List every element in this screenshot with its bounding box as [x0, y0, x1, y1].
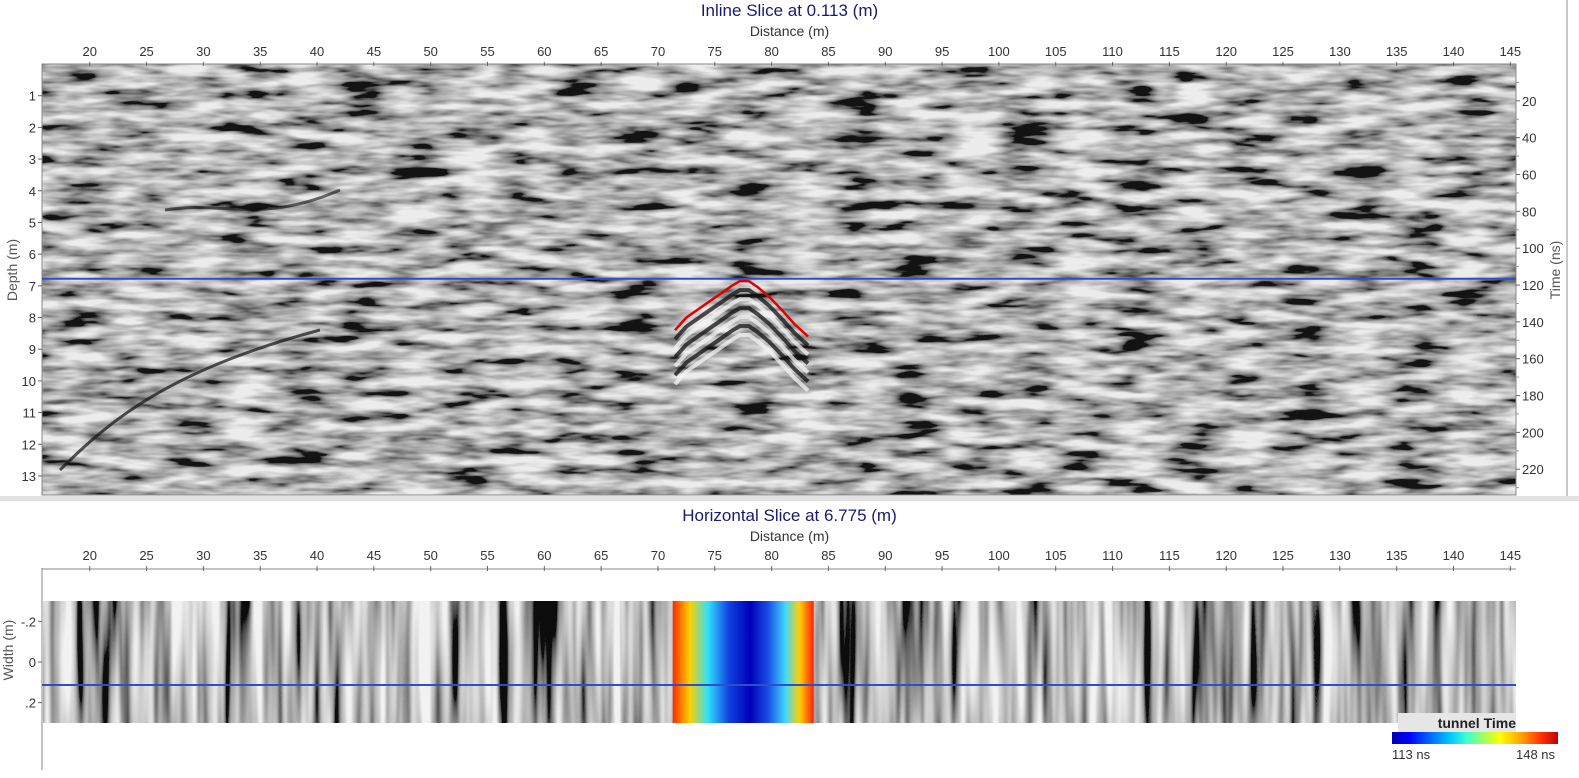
inline-x-tick-label: 50 — [423, 44, 437, 59]
horizontal-x-tick-label: 125 — [1272, 548, 1294, 563]
inline-x-tick-label: 20 — [82, 44, 96, 59]
inline-x-tick-label: 120 — [1215, 44, 1237, 59]
horizontal-x-tick-label: 130 — [1329, 548, 1351, 563]
time-tick-label: 180 — [1522, 389, 1544, 404]
width-tick-label: .2 — [25, 696, 36, 711]
time-tick-label: 220 — [1522, 462, 1544, 477]
time-tick-label: 140 — [1522, 315, 1544, 330]
depth-tick-label: 7 — [29, 279, 36, 294]
horizontal-x-tick-label: 100 — [988, 548, 1010, 563]
depth-tick-label: 13 — [22, 469, 36, 484]
depth-tick-label: 1 — [29, 89, 36, 104]
horizontal-x-tick-label: 55 — [480, 548, 494, 563]
time-tick-label: 160 — [1522, 352, 1544, 367]
horizontal-x-tick-label: 80 — [764, 548, 778, 563]
depth-tick-label: 3 — [29, 152, 36, 167]
legend-max-label: 148 ns — [1516, 747, 1556, 762]
depth-tick-label: 11 — [23, 406, 37, 421]
horizontal-x-tick-label: 115 — [1159, 548, 1180, 563]
horizontal-x-tick-label: 40 — [310, 548, 324, 563]
inline-x-tick-label: 85 — [821, 44, 835, 59]
horizontal-x-tick-label: 30 — [196, 548, 210, 563]
horizontal-x-tick-label: 90 — [878, 548, 892, 563]
depth-tick-label: 2 — [29, 120, 36, 135]
depth-tick-label: 4 — [29, 184, 36, 199]
depth-tick-label: 6 — [29, 247, 36, 262]
inline-x-tick-label: 70 — [651, 44, 665, 59]
time-tick-label: 40 — [1522, 131, 1536, 146]
legend-min-label: 113 ns — [1392, 747, 1431, 762]
inline-x-tick-label: 125 — [1272, 44, 1294, 59]
inline-x-tick-label: 35 — [253, 44, 267, 59]
depth-tick-label: 10 — [22, 374, 36, 389]
horizontal-x-tick-label: 20 — [82, 548, 96, 563]
width-tick-label: 0 — [29, 655, 36, 670]
horizontal-x-tick-label: 75 — [708, 548, 722, 563]
inline-x-tick-label: 105 — [1045, 44, 1067, 59]
legend-title: tunnel Time — [1398, 713, 1516, 733]
inline-x-tick-label: 55 — [480, 44, 494, 59]
inline-x-tick-label: 115 — [1159, 44, 1180, 59]
inline-x-tick-label: 100 — [988, 44, 1010, 59]
horizontal-x-tick-label: 25 — [139, 548, 153, 563]
gpr-chart[interactable]: 20 25 30 35 40 45 50 55 60 65 70 75 80 85 90 95 100 105 11… — [0, 0, 1579, 778]
inline-x-tick-label: 145 — [1499, 44, 1521, 59]
time-tick-label: 200 — [1522, 425, 1544, 440]
horizontal-x-tick-label: 85 — [821, 548, 835, 563]
horizontal-x-tick-label: 140 — [1443, 548, 1465, 563]
legend-colorbar — [1392, 732, 1558, 744]
horizontal-x-tick-label: 120 — [1215, 548, 1237, 563]
horizontal-x-tick-label: 105 — [1045, 548, 1067, 563]
horizontal-x-tick-label: 145 — [1499, 548, 1521, 563]
inline-x-tick-label: 40 — [310, 44, 324, 59]
time-tick-label: 60 — [1522, 168, 1536, 183]
horizontal-x-tick-label: 70 — [651, 548, 665, 563]
time-tick-label: 100 — [1522, 241, 1544, 256]
tunnel-time-overlay — [672, 601, 814, 723]
horizontal-x-tick-label: 35 — [253, 548, 267, 563]
inline-x-tick-label: 30 — [196, 44, 210, 59]
inline-x-tick-label: 60 — [537, 44, 551, 59]
inline-x-tick-label: 65 — [594, 44, 608, 59]
depth-tick-label: 8 — [29, 311, 36, 326]
depth-tick-label: 9 — [29, 342, 36, 357]
inline-x-tick-label: 90 — [878, 44, 892, 59]
horizontal-x-tick-label: 65 — [594, 548, 608, 563]
inline-x-tick-label: 110 — [1102, 44, 1123, 59]
inline-x-tick-label: 25 — [139, 44, 153, 59]
inline-x-tick-label: 130 — [1329, 44, 1351, 59]
width-tick-label: -.2 — [21, 614, 36, 629]
depth-tick-label: 5 — [29, 215, 36, 230]
inline-x-tick-label: 95 — [935, 44, 949, 59]
horizontal-x-tick-label: 45 — [367, 548, 381, 563]
time-tick-label: 80 — [1522, 204, 1536, 219]
horizontal-x-tick-label: 50 — [423, 548, 437, 563]
depth-tick-label: 12 — [22, 437, 36, 452]
time-tick-label: 20 — [1522, 94, 1536, 109]
horizontal-x-tick-label: 95 — [935, 548, 949, 563]
horizontal-x-tick-label: 135 — [1386, 548, 1408, 563]
inline-x-tick-label: 75 — [708, 44, 722, 59]
inline-x-tick-label: 140 — [1443, 44, 1465, 59]
inline-x-tick-label: 45 — [367, 44, 381, 59]
horizontal-x-tick-label: 110 — [1102, 548, 1123, 563]
inline-x-tick-label: 80 — [764, 44, 778, 59]
inline-x-tick-label: 135 — [1386, 44, 1408, 59]
horizontal-x-tick-label: 60 — [537, 548, 551, 563]
time-tick-label: 120 — [1522, 278, 1544, 293]
